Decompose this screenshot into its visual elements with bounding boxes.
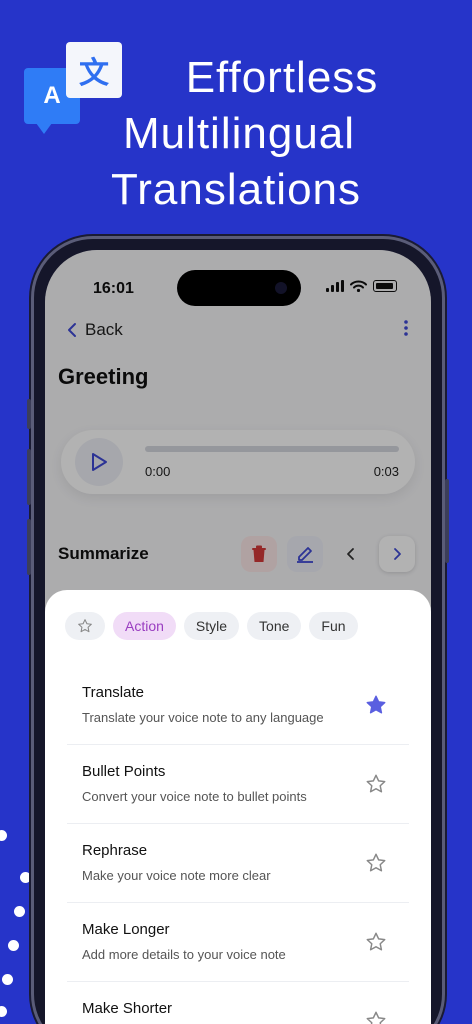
star-icon — [78, 619, 92, 633]
phone-frame: 16:01 Back Greeting 0:00 0:03 Summarize … — [27, 236, 449, 1024]
headline-line-2: Multilingual — [122, 109, 356, 158]
star-icon[interactable] — [365, 1010, 387, 1024]
phone-button-volume-down — [27, 519, 31, 575]
item-description: Convert your voice note to bullet points — [82, 789, 307, 804]
item-name: Rephrase — [82, 842, 148, 859]
item-description: Add more details to your voice note — [82, 947, 286, 962]
list-item[interactable]: Rephrase Make your voice note more clear — [67, 824, 409, 903]
prompt-bottom-sheet: Action Style Tone Fun Translate Translat… — [45, 590, 431, 1024]
list-item[interactable]: Bullet Points Convert your voice note to… — [67, 745, 409, 824]
promo-headline: Effortless Multilingual Translations — [0, 50, 472, 218]
phone-button-volume-up — [27, 449, 31, 505]
star-icon[interactable] — [365, 694, 387, 716]
item-name: Make Longer — [82, 921, 170, 938]
item-description: Translate your voice note to any languag… — [82, 710, 324, 725]
headline-line-3: Translations — [110, 165, 362, 214]
prompt-list: Translate Translate your voice note to a… — [67, 666, 409, 1024]
chip-style[interactable]: Style — [183, 612, 240, 640]
phone-button-silent — [27, 399, 31, 429]
list-item[interactable]: Make Shorter — [67, 982, 409, 1024]
item-description: Make your voice note more clear — [82, 868, 271, 883]
phone-button-power — [445, 479, 449, 563]
star-icon[interactable] — [365, 773, 387, 795]
headline-line-1: Effortless — [185, 53, 379, 102]
list-item[interactable]: Make Longer Add more details to your voi… — [67, 903, 409, 982]
chip-action[interactable]: Action — [113, 612, 176, 640]
chip-tone[interactable]: Tone — [247, 612, 302, 640]
star-icon[interactable] — [365, 852, 387, 874]
item-name: Bullet Points — [82, 763, 166, 780]
item-name: Make Shorter — [82, 1000, 173, 1017]
star-icon[interactable] — [365, 931, 387, 953]
list-item[interactable]: Translate Translate your voice note to a… — [67, 666, 409, 745]
category-chips: Action Style Tone Fun — [65, 612, 358, 640]
item-name: Translate — [82, 684, 144, 701]
chip-fun[interactable]: Fun — [309, 612, 358, 640]
phone-screen: 16:01 Back Greeting 0:00 0:03 Summarize … — [45, 250, 431, 1024]
chip-favorites[interactable] — [65, 612, 105, 640]
